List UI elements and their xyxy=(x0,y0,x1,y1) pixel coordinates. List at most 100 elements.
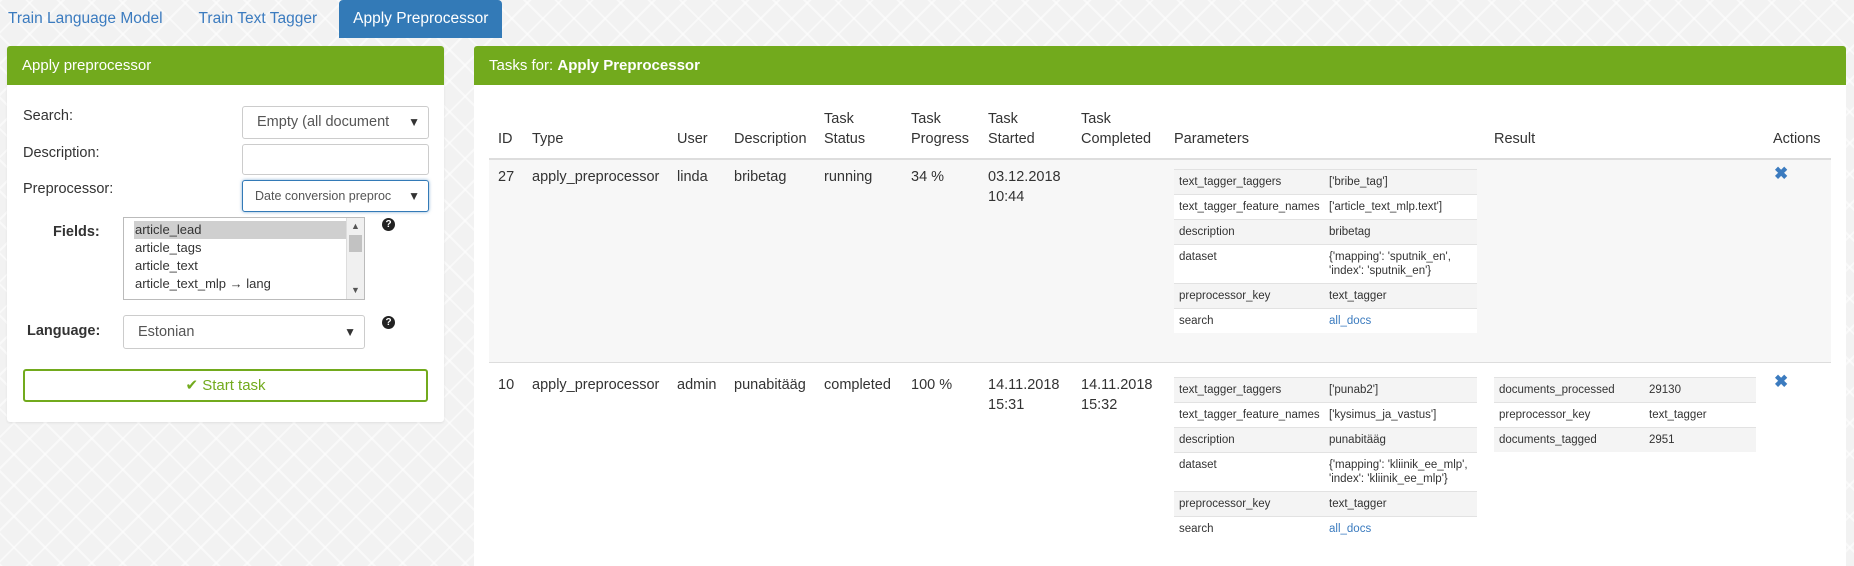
param-row: text_tagger_feature_names ['article_text_… xyxy=(1174,194,1477,219)
task-started-time: 10:44 xyxy=(988,189,1025,205)
task-type: apply_preprocessor xyxy=(532,377,660,393)
tab-apply-preprocessor[interactable]: Apply Preprocessor xyxy=(339,0,503,38)
search-select[interactable]: Empty (all document ▼ xyxy=(242,106,429,139)
col-header-id: ID xyxy=(498,131,513,147)
fields-help-icon[interactable]: ? xyxy=(382,218,395,231)
task-started: 14.11.2018 15:31 xyxy=(988,375,1060,415)
task-id: 27 xyxy=(498,169,515,185)
col-header-text: Completed xyxy=(1081,131,1152,147)
task-completed-date: 14.11.2018 xyxy=(1081,377,1153,393)
param-row: text_tagger_taggers ['punab2'] xyxy=(1174,377,1477,402)
task-user: admin xyxy=(677,377,717,393)
description-label: Description: xyxy=(23,145,100,161)
search-select-value: Empty (all document xyxy=(257,114,390,130)
task-started-date: 03.12.2018 xyxy=(988,169,1061,185)
language-select-value: Estonian xyxy=(138,324,195,340)
col-header-text: Task xyxy=(911,111,941,127)
tab-train-text-tagger[interactable]: Train Text Tagger xyxy=(185,0,332,38)
task-progress: 100 % xyxy=(911,377,953,393)
param-key: description xyxy=(1179,226,1235,238)
param-row: search all_docs xyxy=(1174,516,1477,541)
param-key: description xyxy=(1179,434,1235,446)
result-value: 2951 xyxy=(1649,434,1675,446)
search-label: Search: xyxy=(23,108,73,124)
col-header-text: Task xyxy=(988,111,1018,127)
col-header-task-started: Task Started xyxy=(988,109,1035,149)
task-status: completed xyxy=(824,377,891,393)
task-description: punabitääg xyxy=(734,377,806,393)
col-header-description: Description xyxy=(734,131,807,147)
preprocessor-label: Preprocessor: xyxy=(23,181,114,197)
task-description: bribetag xyxy=(734,169,787,185)
result-key: documents_processed xyxy=(1499,384,1615,396)
result-row: preprocessor_key text_tagger xyxy=(1494,402,1756,427)
param-value: punabitääg xyxy=(1329,434,1386,446)
caret-down-icon: ▼ xyxy=(344,325,356,339)
preprocessor-select[interactable]: Date conversion preproc ▼ xyxy=(242,180,429,212)
scroll-up-icon[interactable]: ▲ xyxy=(351,221,360,231)
task-parameters-table: text_tagger_taggers ['punab2'] text_tagge… xyxy=(1174,377,1477,541)
col-header-user: User xyxy=(677,131,708,147)
param-row: description bribetag xyxy=(1174,219,1477,244)
param-value: ['bribe_tag'] xyxy=(1329,176,1388,188)
param-value-link[interactable]: all_docs xyxy=(1324,309,1477,333)
col-header-text: Progress xyxy=(911,131,970,147)
task-id: 10 xyxy=(498,377,515,393)
col-header-result: Result xyxy=(1494,131,1536,147)
param-key: text_tagger_taggers xyxy=(1179,176,1282,188)
param-row: search all_docs xyxy=(1174,308,1477,333)
param-value: ['article_text_mlp.text'] xyxy=(1329,201,1443,213)
param-row: text_tagger_taggers ['bribe_tag'] xyxy=(1174,169,1477,194)
result-value: 29130 xyxy=(1649,384,1681,396)
param-value: ['punab2'] xyxy=(1329,384,1379,396)
result-key: documents_tagged xyxy=(1499,434,1597,446)
param-value: ['kysimus_ja_vastus'] xyxy=(1329,409,1437,421)
param-value: text_tagger xyxy=(1329,498,1387,510)
fields-option[interactable]: article_text xyxy=(124,257,336,275)
result-value: text_tagger xyxy=(1649,409,1707,421)
start-task-label: Start task xyxy=(202,377,266,394)
task-user: linda xyxy=(677,169,708,185)
fields-option[interactable]: article_text_mlp → lang xyxy=(124,275,336,293)
fields-option[interactable]: article_lead xyxy=(134,221,346,239)
param-row: dataset {'mapping': 'sputnik_en', 'index'… xyxy=(1174,244,1477,283)
col-header-text: Task xyxy=(1081,111,1111,127)
task-status: running xyxy=(824,169,873,185)
fields-listbox[interactable]: article_lead article_tags article_text a… xyxy=(123,217,365,300)
check-icon: ✔ xyxy=(185,377,199,394)
description-input[interactable] xyxy=(242,144,429,175)
task-parameters-table: text_tagger_taggers ['bribe_tag'] text_ta… xyxy=(1174,169,1477,333)
param-key: text_tagger_taggers xyxy=(1179,384,1282,396)
delete-task-icon[interactable]: ✖ xyxy=(1774,372,1788,392)
delete-task-icon[interactable]: ✖ xyxy=(1774,164,1788,184)
language-select[interactable]: Estonian ▼ xyxy=(123,315,365,349)
param-key: text_tagger_feature_names xyxy=(1179,409,1320,421)
param-row: preprocessor_key text_tagger xyxy=(1174,491,1477,516)
result-row: documents_tagged 2951 xyxy=(1494,427,1756,452)
task-started-time: 15:31 xyxy=(988,397,1025,413)
col-header-task-progress: Task Progress xyxy=(911,109,969,149)
fields-label: Fields: xyxy=(53,224,100,240)
fields-option[interactable]: article_tags xyxy=(124,239,336,257)
caret-down-icon: ▼ xyxy=(402,181,420,211)
tab-train-language-model[interactable]: Train Language Model xyxy=(0,0,177,38)
scroll-down-icon[interactable]: ▼ xyxy=(351,285,360,295)
param-key: preprocessor_key xyxy=(1179,498,1271,510)
fields-scrollbar[interactable]: ▲ ▼ xyxy=(346,218,364,299)
param-value-link[interactable]: all_docs xyxy=(1324,517,1477,541)
scroll-thumb[interactable] xyxy=(349,235,362,252)
apply-preprocessor-form-panel: Apply preprocessor Search: Empty (all do… xyxy=(7,46,444,422)
param-key: preprocessor_key xyxy=(1179,290,1271,302)
param-row: dataset {'mapping': 'kliinik_ee_mlp', 'in… xyxy=(1174,452,1477,491)
col-header-text: Started xyxy=(988,131,1035,147)
param-key: search xyxy=(1179,523,1214,535)
col-header-task-status: Task Status xyxy=(824,109,865,149)
col-header-parameters: Parameters xyxy=(1174,131,1249,147)
start-task-button[interactable]: ✔ Start task xyxy=(23,369,428,402)
param-value: bribetag xyxy=(1329,226,1371,238)
language-help-icon[interactable]: ? xyxy=(382,316,395,329)
param-row: preprocessor_key text_tagger xyxy=(1174,283,1477,308)
param-key: dataset xyxy=(1179,459,1217,471)
task-completed-time: 15:32 xyxy=(1081,397,1118,413)
preprocessor-select-value: Date conversion preproc xyxy=(255,189,392,203)
